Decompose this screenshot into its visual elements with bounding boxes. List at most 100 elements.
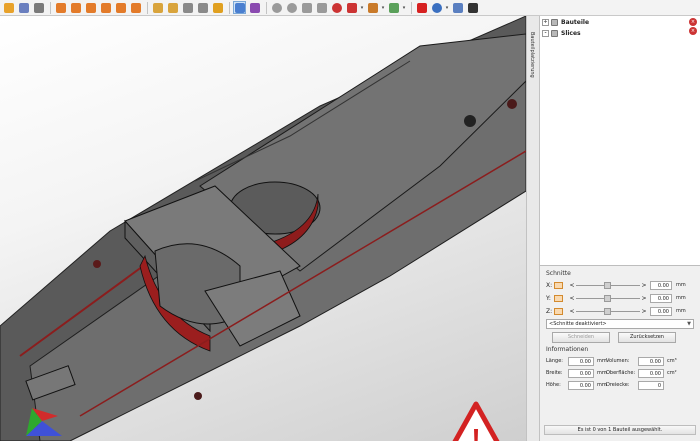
toolbar-separator [266, 1, 267, 14]
chevron-down-icon[interactable]: ▾ [402, 1, 406, 14]
toolbar-separator [147, 1, 148, 14]
main-toolbar: ▾ ▾ ▾ ▾ [0, 0, 700, 16]
view-iso-button[interactable] [129, 1, 142, 14]
axis-z-increase[interactable]: > [640, 308, 648, 315]
height-value: 0.00 [568, 380, 594, 390]
selection-status: Es ist 0 von 1 Bauteil ausgewählt. [544, 425, 696, 435]
surface-value: 0.00 [638, 368, 664, 378]
parts-icon [551, 19, 558, 26]
toolbar-separator [411, 1, 412, 14]
box-button[interactable] [300, 1, 313, 14]
shapes-icon [18, 2, 29, 13]
view-top-button[interactable] [114, 1, 127, 14]
side-tab-label: Bauteilplatzierung [529, 32, 535, 78]
tree-item-slices[interactable]: - Slices [542, 28, 698, 39]
globe-icon [431, 2, 442, 13]
axis-x-increase[interactable]: > [640, 282, 648, 289]
info-title: Informationen [546, 346, 589, 353]
axis-x-toggle[interactable] [554, 281, 563, 289]
view-right-button[interactable] [99, 1, 112, 14]
axis-x-decrease[interactable]: < [568, 282, 576, 289]
pencil-wizard-icon [3, 2, 14, 13]
add-button[interactable] [415, 1, 428, 14]
reset-button[interactable]: Zurücksetzen [618, 332, 676, 343]
zoom-button[interactable] [211, 1, 224, 14]
frame-button[interactable] [181, 1, 194, 14]
info-row-2: Breite: 0.00 mm Oberfläche: 0.00 cm² [546, 368, 677, 378]
pencil-wizard-button[interactable] [2, 1, 15, 14]
refresh-button[interactable] [166, 1, 179, 14]
axis-y-toggle[interactable] [554, 294, 563, 302]
sphere-icon [271, 2, 282, 13]
refresh-icon [167, 2, 178, 13]
minus-icon [452, 2, 463, 13]
triangles-value: 0 [638, 380, 664, 390]
paint-button[interactable] [151, 1, 164, 14]
color-ball-button[interactable] [330, 1, 343, 14]
view-left-icon [85, 2, 96, 13]
select-cursor-button[interactable] [233, 1, 246, 14]
slices-icon [551, 30, 558, 37]
sphere-button[interactable] [270, 1, 283, 14]
chevron-down-icon[interactable]: ▾ [360, 1, 364, 14]
texture-button[interactable] [345, 1, 358, 14]
shapes-button[interactable] [17, 1, 30, 14]
axis-z-slider[interactable] [576, 307, 640, 315]
remove-icon[interactable]: × [689, 18, 697, 26]
color-ball-icon [331, 2, 342, 13]
axis-y-slider[interactable] [576, 294, 640, 302]
tree-item-bauteile[interactable]: + Bauteile [542, 17, 698, 28]
side-tab-bauteilplatzierung[interactable]: Bauteilplatzierung [526, 16, 540, 441]
3d-viewport[interactable]: ! [0, 16, 526, 441]
select-cursor-icon [234, 2, 245, 13]
gear-cube-button[interactable] [32, 1, 45, 14]
axis-y-increase[interactable]: > [640, 295, 648, 302]
minus-button[interactable] [451, 1, 464, 14]
axis-z-decrease[interactable]: < [568, 308, 576, 315]
texture-icon [346, 2, 357, 13]
view-back-icon [70, 2, 81, 13]
width-value: 0.00 [568, 368, 594, 378]
axis-y-input[interactable]: 0.00 [650, 293, 672, 303]
support-icon [388, 2, 399, 13]
axis-x-slider[interactable] [576, 281, 640, 289]
rotate-button[interactable] [315, 1, 328, 14]
view-front-button[interactable] [54, 1, 67, 14]
length-value: 0.00 [568, 356, 594, 366]
support-button[interactable] [387, 1, 400, 14]
axis-z-input[interactable]: 0.00 [650, 306, 672, 316]
view-front-icon [55, 2, 66, 13]
measure-button[interactable] [248, 1, 261, 14]
box-icon [301, 2, 312, 13]
globe-button[interactable] [430, 1, 443, 14]
warning-triangle-icon: ! [452, 401, 500, 441]
chevron-down-icon: ▼ [687, 321, 691, 327]
tree-item-label: Slices [561, 30, 581, 37]
cut-button[interactable]: Schneiden [552, 332, 610, 343]
volume-value: 0.00 [638, 356, 664, 366]
chevron-down-icon[interactable]: ▾ [381, 1, 385, 14]
toolbar-separator [50, 1, 51, 14]
checkmark-icon [467, 2, 478, 13]
collapse-toggle[interactable]: - [542, 30, 549, 37]
expand-toggle[interactable]: + [542, 19, 549, 26]
sphere-split-button[interactable] [285, 1, 298, 14]
view-back-button[interactable] [69, 1, 82, 14]
component-tree: + Bauteile - Slices × × [540, 16, 700, 266]
axis-row-y: Y: < > 0.00 mm [546, 293, 686, 303]
layers-button[interactable] [196, 1, 209, 14]
section-mode-select[interactable]: <Schnitte deaktiviert> ▼ [546, 319, 694, 329]
axis-x-input[interactable]: 0.00 [650, 280, 672, 290]
toolbar-separator [229, 1, 230, 14]
schnitte-title: Schnitte [546, 270, 571, 277]
view-left-button[interactable] [84, 1, 97, 14]
palette-button[interactable] [366, 1, 379, 14]
palette-icon [367, 2, 378, 13]
remove-icon[interactable]: × [689, 27, 697, 35]
axis-y-decrease[interactable]: < [568, 295, 576, 302]
view-iso-icon [130, 2, 141, 13]
checkmark-button[interactable] [466, 1, 479, 14]
axis-z-toggle[interactable] [554, 307, 563, 315]
tree-item-label: Bauteile [561, 19, 590, 26]
chevron-down-icon[interactable]: ▾ [445, 1, 449, 14]
